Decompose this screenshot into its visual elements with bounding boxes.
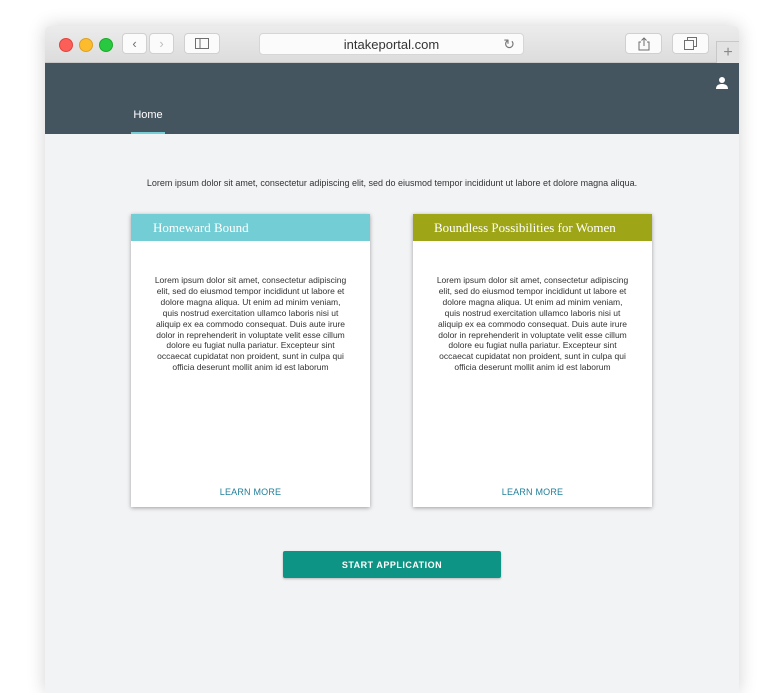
sidebar-icon [195,38,209,49]
learn-more-link[interactable]: LEARN MORE [413,487,652,497]
forward-icon: › [159,36,164,51]
reload-icon[interactable]: ↻ [503,36,515,53]
browser-toolbar: ‹ › intakeportal.com ↻ + [45,26,739,63]
user-icon[interactable] [715,76,729,90]
card-title: Homeward Bound [131,214,370,241]
program-card-homeward-bound: Homeward Bound Lorem ipsum dolor sit ame… [131,214,370,507]
tabs-icon [684,37,697,50]
active-tab-indicator [131,132,165,134]
intro-text: Lorem ipsum dolor sit amet, consectetur … [146,178,638,188]
zoom-window-button[interactable] [99,38,113,52]
minimize-window-button[interactable] [79,38,93,52]
share-button[interactable] [625,33,662,54]
card-title: Boundless Possibilities for Women [413,214,652,241]
sidebar-toggle-button[interactable] [184,33,220,54]
app-header: Home [45,63,739,134]
tab-home-label: Home [133,109,163,121]
new-tab-button[interactable]: + [716,41,739,63]
back-button[interactable]: ‹ [122,33,147,54]
share-icon [638,36,649,50]
tab-home[interactable]: Home [131,109,165,134]
forward-button[interactable]: › [149,33,174,54]
card-description: Lorem ipsum dolor sit amet, consectetur … [436,275,629,373]
start-application-button[interactable]: START APPLICATION [283,551,501,578]
card-description: Lorem ipsum dolor sit amet, consectetur … [154,275,347,373]
close-window-button[interactable] [59,38,73,52]
learn-more-link[interactable]: LEARN MORE [131,487,370,497]
back-icon: ‹ [132,36,137,51]
address-bar[interactable]: intakeportal.com ↻ [259,33,524,55]
url-text: intakeportal.com [343,36,440,52]
program-card-boundless-possibilities: Boundless Possibilities for Women Lorem … [413,214,652,507]
new-tab-icon: + [723,43,733,61]
browser-window: ‹ › intakeportal.com ↻ + Home Lorem ipsu… [45,26,739,693]
show-tabs-button[interactable] [672,33,709,54]
